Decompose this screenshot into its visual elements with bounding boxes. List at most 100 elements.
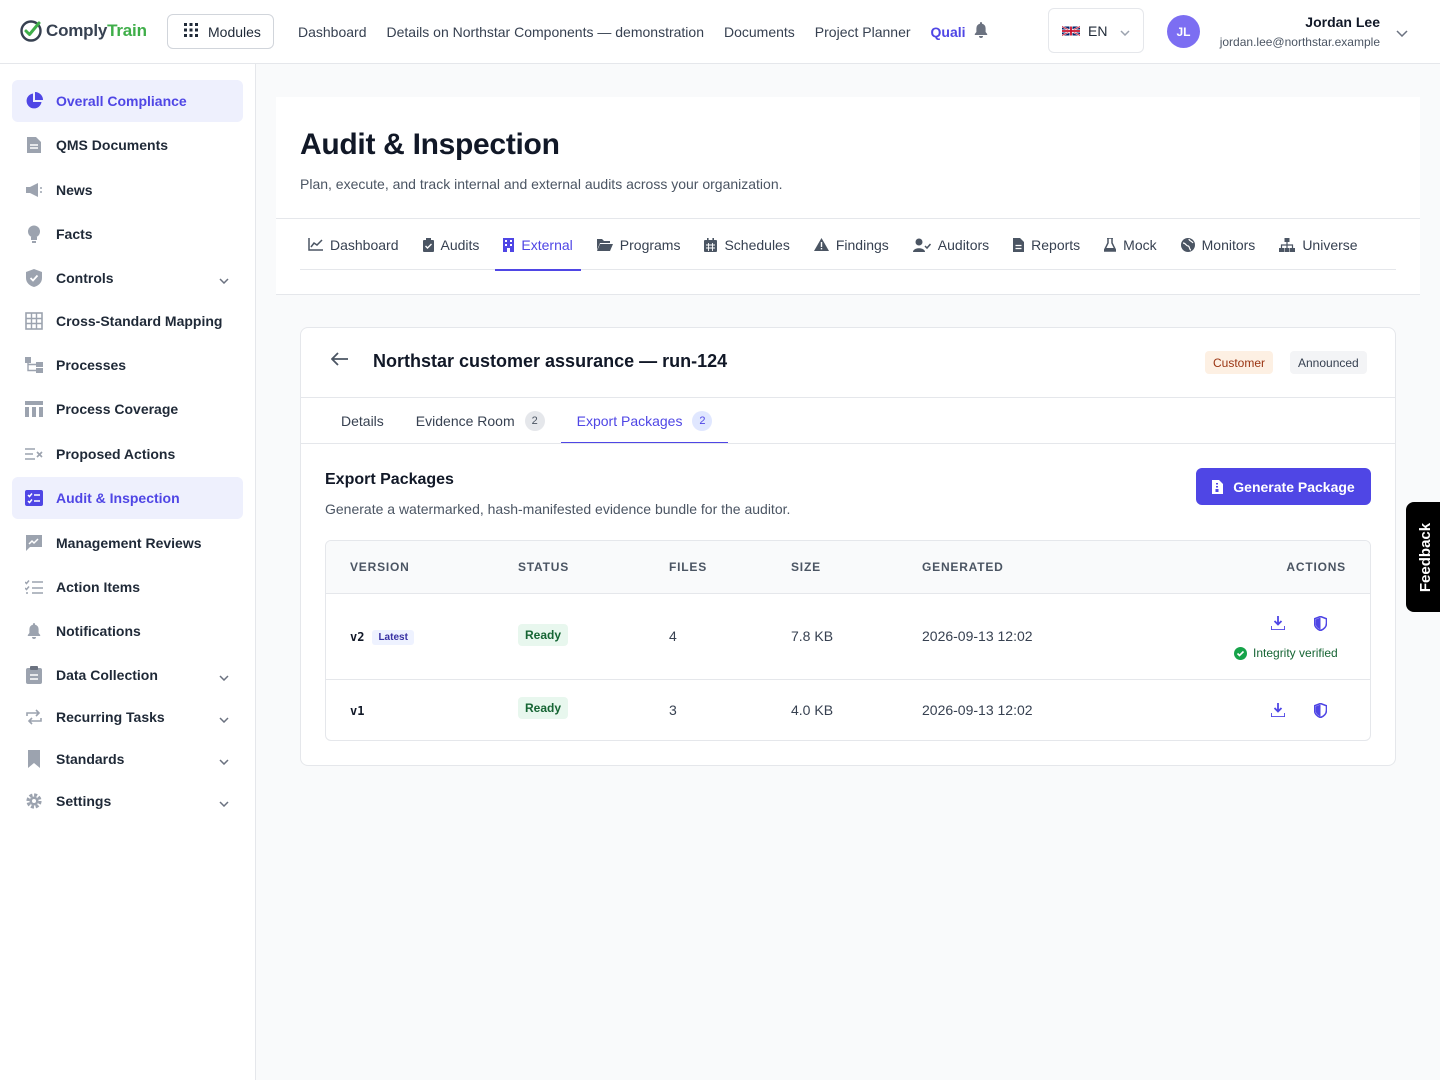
sidebar-item-label: Controls: [56, 270, 114, 286]
tab-dashboard[interactable]: Dashboard: [300, 219, 407, 270]
sidebar-item-data-collection[interactable]: Data Collection: [12, 654, 243, 696]
download-icon[interactable]: [1270, 616, 1286, 635]
generated-cell: 2026-09-13 12:02: [922, 628, 1033, 644]
sidebar-item-standards[interactable]: Standards: [12, 738, 243, 780]
gear-icon: [24, 791, 44, 811]
sidebar-item-settings[interactable]: Settings: [12, 780, 243, 822]
tab-schedules[interactable]: Schedules: [696, 219, 797, 270]
badge-customer: Customer: [1205, 351, 1274, 374]
topnav-details[interactable]: Details on Northstar Components — demons…: [387, 24, 704, 40]
tab-auditors[interactable]: Auditors: [905, 219, 997, 270]
status-cell: Ready: [518, 624, 569, 646]
column-header: STATUS: [518, 560, 570, 574]
section-description: Generate a watermarked, hash-manifested …: [325, 501, 791, 517]
sidebar-item-facts[interactable]: Facts: [12, 213, 243, 255]
tab-findings[interactable]: Findings: [806, 219, 897, 270]
sidebar-item-management-reviews[interactable]: Management Reviews: [12, 522, 243, 564]
status-cell: Ready: [518, 697, 569, 719]
table-icon: [24, 311, 44, 331]
tab-reports[interactable]: Reports: [1005, 219, 1088, 270]
lightbulb-icon: [24, 224, 44, 244]
user-check-icon: [912, 238, 931, 252]
size-cell: 7.8 KB: [791, 628, 834, 644]
topnav-quali[interactable]: Quali: [931, 24, 966, 40]
main-content: Audit & Inspection Plan, execute, and tr…: [256, 64, 1440, 1080]
sidebar-item-label: Overall Compliance: [56, 93, 187, 109]
top-nav: Dashboard Details on Northstar Component…: [298, 22, 1008, 41]
sidebar-item-label: Action Items: [56, 579, 141, 595]
chevron-down-icon: [219, 710, 229, 726]
topnav-project-planner[interactable]: Project Planner: [815, 24, 911, 40]
sidebar-item-notifications[interactable]: Notifications: [12, 610, 243, 652]
sidebar-item-label: News: [56, 182, 93, 198]
tab-label: External: [521, 236, 573, 253]
user-name[interactable]: Jordan Lee: [1305, 14, 1380, 30]
document-icon: [24, 135, 44, 155]
sidebar-item-overall-compliance[interactable]: Overall Compliance: [12, 80, 243, 122]
sidebar-item-process-coverage[interactable]: Process Coverage: [12, 388, 243, 430]
tab-universe[interactable]: Universe: [1271, 219, 1365, 270]
tab-label: Audits: [440, 236, 480, 253]
sidebar-item-qms-documents[interactable]: QMS Documents: [12, 124, 243, 166]
latest-badge: Latest: [372, 630, 414, 645]
tab-mock[interactable]: Mock: [1096, 219, 1164, 270]
verify-shield-icon[interactable]: [1313, 615, 1328, 636]
tab-monitors[interactable]: Monitors: [1173, 219, 1264, 270]
sidebar-item-label: Proposed Actions: [56, 446, 176, 462]
subtab-export-packages[interactable]: Export Packages 2: [560, 398, 729, 444]
avatar[interactable]: JL: [1167, 15, 1200, 48]
sidebar-item-audit-inspection[interactable]: Audit & Inspection: [12, 477, 243, 519]
subtab-details[interactable]: Details: [325, 398, 400, 444]
verify-shield-icon[interactable]: [1313, 702, 1328, 723]
button-label: Generate Package: [1233, 478, 1355, 495]
globe-icon: [1180, 237, 1195, 252]
logo-text: ComplyTrain: [46, 21, 147, 40]
tab-external[interactable]: External: [495, 219, 582, 271]
topnav-dashboard[interactable]: Dashboard: [298, 24, 367, 40]
integrity-label: Integrity verified: [1253, 646, 1338, 660]
module-tabs: Dashboard Audits External Programs Sched…: [300, 219, 1396, 271]
tab-label: Auditors: [937, 236, 990, 253]
version-cell: v1: [350, 702, 364, 718]
back-arrow-icon[interactable]: [330, 352, 349, 371]
sidebar-item-action-items[interactable]: Action Items: [12, 566, 243, 608]
download-icon[interactable]: [1270, 703, 1286, 722]
topnav-documents[interactable]: Documents: [724, 24, 795, 40]
user-menu-chevron-icon[interactable]: [1396, 24, 1408, 42]
sidebar-item-processes[interactable]: Processes: [12, 344, 243, 386]
tab-label: Dashboard: [330, 236, 399, 253]
tab-audits[interactable]: Audits: [415, 219, 488, 270]
files-cell: 4: [669, 628, 677, 644]
building-icon: [503, 237, 515, 252]
column-header: ACTIONS: [1286, 560, 1346, 574]
page-subtitle: Plan, execute, and track internal and ex…: [300, 176, 783, 192]
sidebar-item-label: Cross-Standard Mapping: [56, 313, 223, 329]
integrity-status: Integrity verified: [1234, 646, 1338, 660]
chevron-down-icon: [219, 794, 229, 810]
notification-bell-icon[interactable]: [974, 22, 988, 41]
subtab-evidence-room[interactable]: Evidence Room 2: [400, 398, 561, 444]
column-header: VERSION: [350, 560, 410, 574]
sidebar-item-label: Settings: [56, 793, 112, 809]
sidebar-item-recurring-tasks[interactable]: Recurring Tasks: [12, 696, 243, 738]
logo[interactable]: ComplyTrain: [19, 17, 147, 45]
sidebar-item-cross-standard-mapping[interactable]: Cross-Standard Mapping: [12, 300, 243, 342]
sidebar-item-controls[interactable]: Controls: [12, 257, 243, 299]
size-cell: 4.0 KB: [791, 702, 834, 718]
language-selector[interactable]: EN: [1048, 8, 1144, 53]
list-x-icon: [24, 444, 44, 464]
feedback-tab[interactable]: Feedback: [1406, 502, 1440, 612]
modules-button[interactable]: Modules: [167, 14, 274, 49]
bell-icon: [24, 621, 44, 641]
sidebar-item-news[interactable]: News: [12, 169, 243, 211]
clipboard-icon: [24, 665, 44, 685]
warning-icon: [813, 238, 829, 251]
audit-title: Northstar customer assurance — run-124: [373, 351, 728, 371]
tab-label: Reports: [1031, 236, 1081, 253]
tab-label: Universe: [1302, 236, 1358, 253]
sidebar-item-proposed-actions[interactable]: Proposed Actions: [12, 433, 243, 475]
top-bar: ComplyTrain Modules Dashboard Details on…: [0, 0, 1440, 64]
tab-programs[interactable]: Programs: [589, 219, 689, 270]
generate-package-button[interactable]: Generate Package: [1196, 468, 1371, 505]
audit-subtabs: Details Evidence Room 2 Export Packages …: [325, 398, 729, 444]
